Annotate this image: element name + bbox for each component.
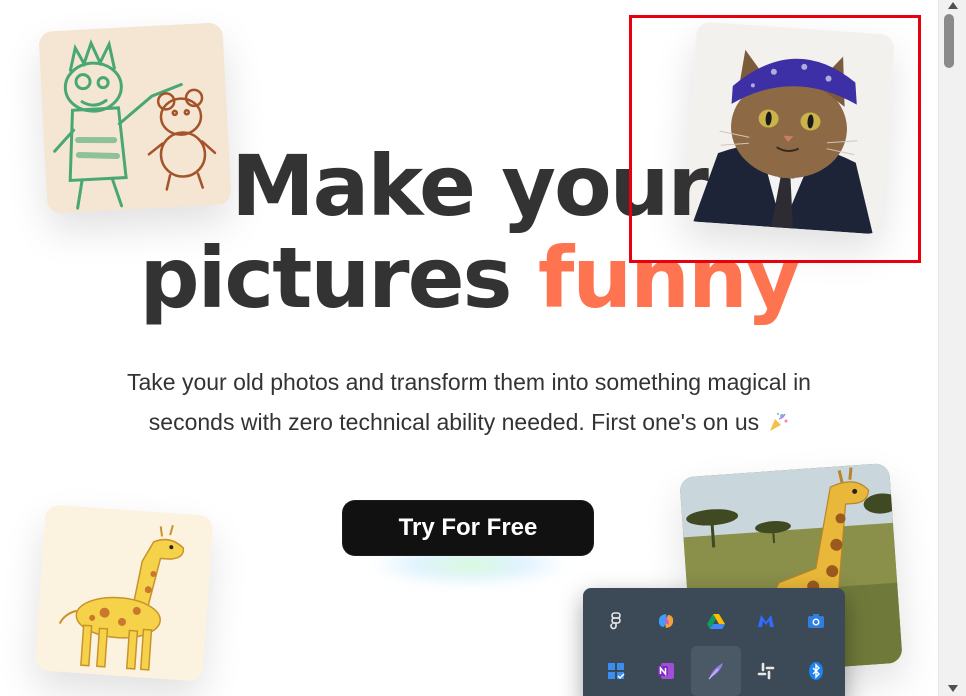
subtitle-line-2-text: seconds with zero technical ability need… [148, 409, 760, 435]
slack-icon[interactable] [741, 646, 791, 696]
subtitle-line-1: Take your old photos and transform them … [127, 369, 811, 395]
onenote-icon[interactable] [641, 646, 691, 696]
landing-page: Make your pictures funny Take your old p… [0, 0, 938, 696]
subtitle-line-2: seconds with zero technical ability need… [40, 402, 898, 442]
party-popper-icon [767, 405, 789, 431]
malwarebytes-icon[interactable] [741, 596, 791, 646]
scroll-down-arrow-icon[interactable] [948, 685, 958, 692]
copilot-icon[interactable] [641, 596, 691, 646]
bluetooth-icon[interactable] [791, 646, 841, 696]
google-drive-icon[interactable] [691, 596, 741, 646]
calendar-grid-icon[interactable] [591, 646, 641, 696]
headline-plain-text: pictures [139, 229, 512, 327]
highlight-box [629, 15, 921, 263]
figma-icon[interactable] [591, 596, 641, 646]
hero-subtitle: Take your old photos and transform them … [40, 362, 898, 442]
taskbar-overflow-tray [583, 588, 845, 696]
scroll-thumb[interactable] [944, 14, 954, 68]
scroll-up-arrow-icon[interactable] [948, 2, 958, 9]
feather-pen-icon[interactable] [691, 646, 741, 696]
vertical-scrollbar[interactable] [938, 0, 966, 696]
giraffe-drawing-image [34, 504, 214, 682]
tray-icon-grid [591, 596, 841, 696]
camera-app-icon[interactable] [791, 596, 841, 646]
try-for-free-button[interactable]: Try For Free [343, 501, 593, 555]
giraffe-drawing-card [34, 504, 214, 682]
